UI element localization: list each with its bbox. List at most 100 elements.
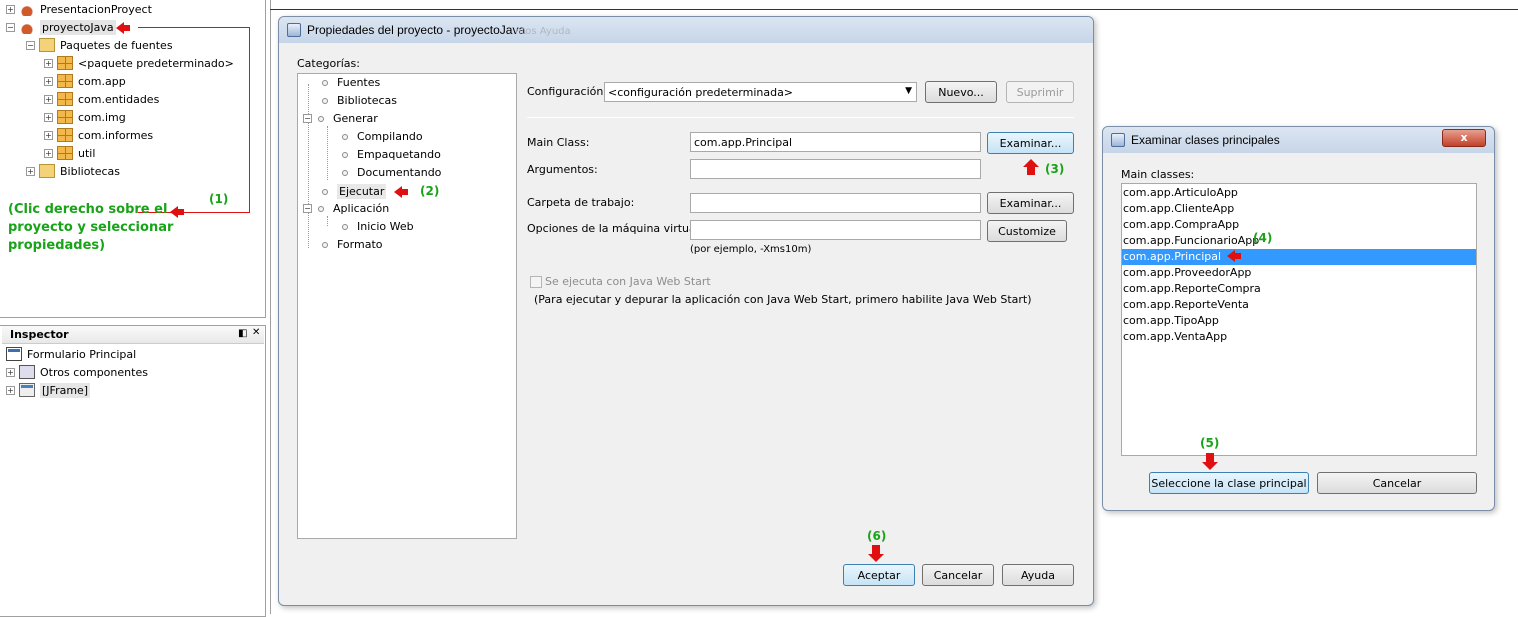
arrow-down-icon <box>1202 453 1218 470</box>
suprimir-button[interactable]: Suprimir <box>1006 81 1074 103</box>
expand-icon[interactable]: + <box>44 76 53 86</box>
expand-icon[interactable]: + <box>44 94 53 104</box>
list-item[interactable]: com.app.TipoApp <box>1122 313 1476 329</box>
nuevo-button[interactable]: Nuevo... <box>925 81 997 103</box>
library-folder-icon <box>39 164 55 178</box>
list-item-selected[interactable]: com.app.Principal <box>1122 249 1476 265</box>
category-formato[interactable]: Formato <box>322 238 383 251</box>
tree-item-presentacionproyect[interactable]: + PresentacionProyect <box>6 0 152 18</box>
category-fuentes[interactable]: Fuentes <box>322 76 380 89</box>
close-icon[interactable]: ✕ <box>252 327 260 338</box>
category-label: Aplicación <box>333 202 390 215</box>
bullet-icon <box>342 133 348 140</box>
category-compilando[interactable]: Compilando <box>342 130 423 143</box>
carpeta-field[interactable] <box>690 193 981 213</box>
tree-item-bibliotecas[interactable]: + Bibliotecas <box>26 162 120 180</box>
category-label: Documentando <box>357 166 442 179</box>
arrow-up-icon <box>1023 159 1039 175</box>
webstart-checkbox[interactable] <box>530 276 542 288</box>
cancelar-button[interactable]: Cancelar <box>922 564 994 586</box>
package-icon <box>57 128 73 142</box>
customize-button[interactable]: Customize <box>987 220 1067 242</box>
cancelar-button[interactable]: Cancelar <box>1317 472 1477 494</box>
expand-icon[interactable]: + <box>6 385 15 395</box>
list-item[interactable]: com.app.ReporteCompra <box>1122 281 1476 297</box>
package-icon <box>57 110 73 124</box>
bullet-icon <box>342 223 348 230</box>
form-icon <box>6 347 22 361</box>
tree-item-label: util <box>78 146 96 160</box>
project-properties-dialog: Propiedades del proyecto - proyectoJava … <box>278 16 1094 606</box>
list-item[interactable]: com.app.CompraApp <box>1122 217 1476 233</box>
inspector-item-otros[interactable]: + Otros componentes <box>6 363 148 381</box>
vm-options-field[interactable] <box>690 220 981 240</box>
vm-options-hint: (por ejemplo, -Xms10m) <box>690 244 812 255</box>
vm-options-label: Opciones de la máquina virtual: <box>527 222 703 235</box>
dialog-titlebar[interactable]: Examinar clases principales x <box>1103 127 1494 153</box>
jframe-icon <box>19 383 35 397</box>
tree-item-util[interactable]: + util <box>44 144 95 162</box>
inspector-item-jframe[interactable]: + [JFrame] <box>6 381 91 399</box>
annotation-step6: (6) <box>867 529 887 543</box>
configuration-value: <configuración predeterminada> <box>608 85 794 99</box>
package-icon <box>57 56 73 70</box>
main-class-field[interactable]: com.app.Principal <box>690 132 981 152</box>
bullet-icon <box>322 79 328 86</box>
expand-icon[interactable]: + <box>44 58 53 68</box>
tree-item-proyectojava[interactable]: − proyectoJava <box>6 18 116 36</box>
expand-icon[interactable]: + <box>6 4 15 14</box>
tree-item-label: Formulario Principal <box>27 347 137 361</box>
collapse-icon[interactable]: − <box>6 22 15 32</box>
arrow-left-icon <box>394 186 408 198</box>
tree-item-com-informes[interactable]: + com.informes <box>44 126 153 144</box>
main-classes-list[interactable]: com.app.ArticuloApp com.app.ClienteApp c… <box>1121 183 1477 456</box>
close-button[interactable]: x <box>1442 129 1486 147</box>
list-item[interactable]: com.app.ReporteVenta <box>1122 297 1476 313</box>
configuration-label: Configuración: <box>527 85 608 98</box>
argumentos-field[interactable] <box>690 159 981 179</box>
category-inicio-web[interactable]: Inicio Web <box>342 220 414 233</box>
collapse-icon[interactable]: − <box>26 40 35 50</box>
categories-label: Categorías: <box>297 57 360 70</box>
expand-icon[interactable]: + <box>44 148 53 158</box>
examinar-clases-dialog: Examinar clases principales x Main class… <box>1102 126 1495 511</box>
category-label: Bibliotecas <box>337 94 398 107</box>
list-item[interactable]: com.app.ClienteApp <box>1122 201 1476 217</box>
tree-item-com-app[interactable]: + com.app <box>44 72 126 90</box>
arrow-down-icon <box>868 545 884 562</box>
category-documentando[interactable]: Documentando <box>342 166 441 179</box>
expand-icon[interactable]: + <box>44 112 53 122</box>
category-generar[interactable]: − Generar <box>303 112 378 125</box>
category-ejecutar[interactable]: Ejecutar <box>322 184 387 199</box>
select-main-class-button[interactable]: Seleccione la clase principal <box>1149 472 1309 494</box>
aceptar-button[interactable]: Aceptar <box>843 564 915 586</box>
java-project-icon <box>19 2 35 16</box>
dropdown-arrow-icon[interactable]: ▼ <box>905 86 912 96</box>
bullet-icon <box>322 241 328 248</box>
bullet-icon <box>322 188 328 195</box>
category-empaquetando[interactable]: Empaquetando <box>342 148 441 161</box>
list-item[interactable]: com.app.ProveedorApp <box>1122 265 1476 281</box>
list-item[interactable]: com.app.VentaApp <box>1122 329 1476 345</box>
tree-item-com-img[interactable]: + com.img <box>44 108 126 126</box>
annotation-step2: (2) <box>420 184 440 198</box>
expand-icon[interactable]: + <box>44 130 53 140</box>
expand-icon[interactable]: + <box>26 166 35 176</box>
collapse-icon[interactable]: − <box>303 204 312 213</box>
list-item[interactable]: com.app.ArticuloApp <box>1122 185 1476 201</box>
list-item[interactable]: com.app.FuncionarioApp <box>1122 233 1476 249</box>
inspector-item-formulario[interactable]: Formulario Principal <box>6 345 136 363</box>
package-icon <box>57 92 73 106</box>
category-bibliotecas[interactable]: Bibliotecas <box>322 94 397 107</box>
configuration-select[interactable]: <configuración predeterminada> ▼ <box>604 82 917 102</box>
minimize-icon[interactable]: ◧ <box>238 328 247 339</box>
collapse-icon[interactable]: − <box>303 114 312 123</box>
category-aplicacion[interactable]: − Aplicación <box>303 202 389 215</box>
expand-icon[interactable]: + <box>6 367 15 377</box>
examinar-carpeta-button[interactable]: Examinar... <box>987 192 1074 214</box>
webstart-label: Se ejecuta con Java Web Start <box>545 275 711 288</box>
tree-item-label: com.img <box>78 110 126 124</box>
examinar-main-class-button[interactable]: Examinar... <box>987 132 1074 154</box>
ayuda-button[interactable]: Ayuda <box>1002 564 1074 586</box>
dialog-titlebar[interactable]: Propiedades del proyecto - proyectoJava … <box>279 17 1093 43</box>
